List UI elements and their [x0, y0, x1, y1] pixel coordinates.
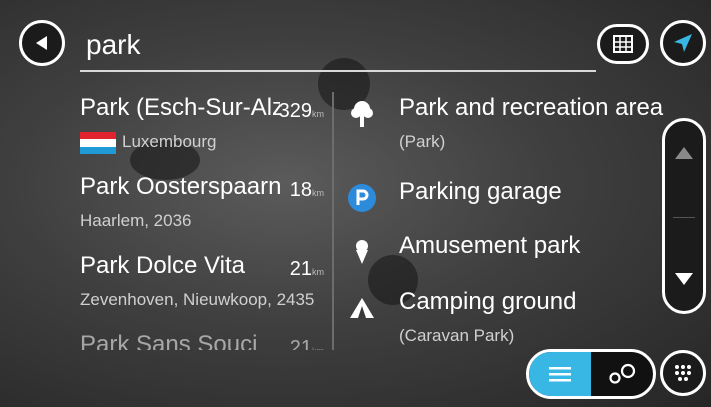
map-icon [613, 35, 633, 53]
address-result-item[interactable]: Park Dolce Vita 21km Zevenhoven, Nieuwko… [80, 250, 330, 329]
result-name: Park Sans Souci [80, 331, 258, 350]
navigate-button[interactable] [660, 20, 706, 66]
category-subtitle: (Caravan Park) [399, 326, 515, 345]
scroll-divider [673, 217, 695, 218]
arrow-left-icon [36, 36, 47, 50]
map-view-button[interactable] [597, 24, 649, 64]
category-label: Park and recreation area [399, 94, 664, 121]
parking-icon [346, 182, 378, 214]
result-location: Zevenhoven, Nieuwkoop, 2435 [80, 290, 315, 309]
result-distance: 21km [289, 258, 324, 280]
view-mode-toggle[interactable] [526, 349, 656, 399]
list-icon [549, 367, 571, 382]
category-result-item[interactable]: Parking garage [338, 176, 650, 230]
category-result-item[interactable]: Park and recreation area (Park) [338, 92, 663, 176]
result-distance: 18km [289, 179, 324, 201]
navigation-arrow-icon [674, 34, 692, 52]
list-view-button[interactable] [529, 352, 591, 396]
scroll-down-button[interactable] [665, 259, 703, 299]
map-pins-icon [609, 363, 636, 384]
back-button[interactable] [19, 20, 65, 66]
luxembourg-flag-icon [80, 132, 116, 154]
address-result-item[interactable]: Park (Esch-Sur-Alzette) 329km Luxembourg [80, 92, 330, 171]
address-results-list: Park (Esch-Sur-Alzette) 329km Luxembourg… [80, 92, 330, 350]
ice-cream-icon [346, 236, 378, 268]
result-name: Park (Esch-Sur-Alzette) [80, 94, 280, 121]
result-name: Park Dolce Vita [80, 252, 245, 279]
address-result-item[interactable]: Park Oosterspaarne 18km Haarlem, 2036 [80, 171, 330, 250]
tent-icon [346, 292, 378, 324]
category-label: Camping ground [399, 288, 577, 315]
scroll-up-button[interactable] [665, 133, 703, 173]
result-distance: 21km [289, 337, 324, 350]
category-results-list: Park and recreation area (Park) Parking … [338, 92, 663, 350]
keyboard-button[interactable] [660, 350, 706, 396]
chevron-down-icon [675, 273, 693, 285]
category-label: Amusement park [399, 232, 581, 259]
keyboard-icon [675, 365, 691, 381]
tree-icon [346, 98, 378, 130]
result-name: Park Oosterspaarne [80, 173, 280, 200]
column-divider [332, 92, 334, 350]
category-label: Parking garage [399, 178, 562, 205]
search-input[interactable] [80, 20, 596, 72]
address-result-item[interactable]: Park Sans Souci 21km [80, 329, 330, 350]
scroll-control [662, 118, 706, 314]
chevron-up-icon [675, 147, 693, 159]
result-location: Luxembourg [122, 132, 217, 151]
category-result-item[interactable]: Amusement park [338, 230, 650, 286]
result-location: Haarlem, 2036 [80, 211, 192, 230]
category-result-item[interactable]: Camping ground (Caravan Park) [338, 286, 650, 350]
result-distance: 329km [278, 100, 324, 122]
map-results-button[interactable] [591, 352, 653, 396]
category-subtitle: (Park) [399, 132, 446, 151]
